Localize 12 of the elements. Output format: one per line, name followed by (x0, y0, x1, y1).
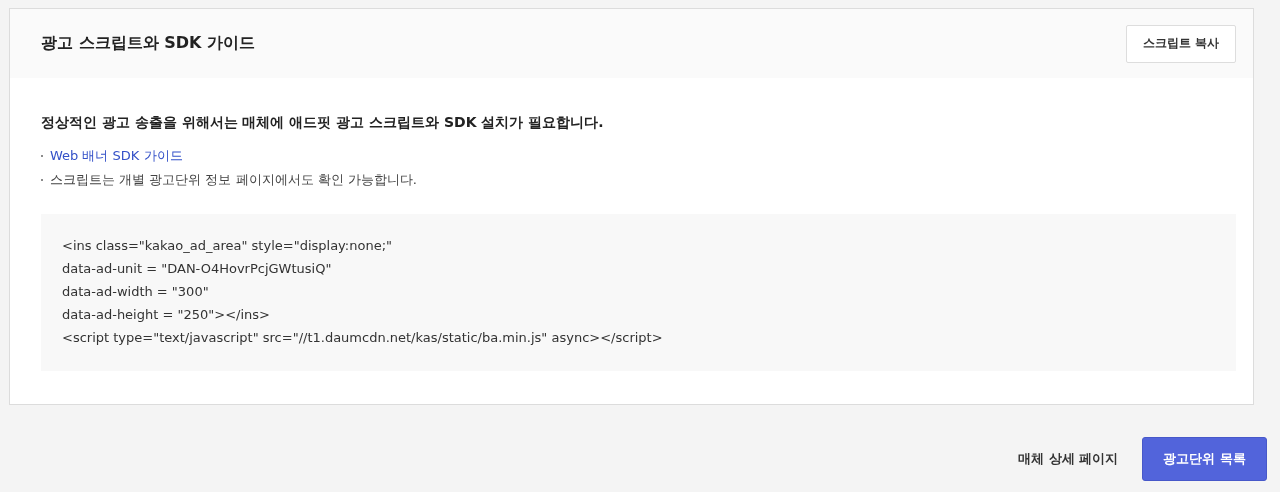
note-text: 스크립트는 개별 광고단위 정보 페이지에서도 확인 가능합니다. (50, 171, 417, 189)
copy-script-button[interactable]: 스크립트 복사 (1125, 24, 1236, 63)
code-line: data-ad-unit = "DAN-O4HovrPcjGWtusiQ" (62, 260, 333, 278)
code-line: <script type="text/javascript" src="//t1.daumcdn.net/kas/static/ba.min.js" async></script> (62, 329, 664, 347)
code-line: <ins class="kakao_ad_area" style="display:none;" (62, 237, 394, 255)
notice-text: 정상적인 광고 송출을 위해서는 매체에 애드핏 광고 스크립트와 SDK 설치가 필요합니다. (41, 114, 605, 132)
ad-unit-list-button[interactable]: 광고단위 목록 (1142, 437, 1267, 481)
media-detail-button[interactable]: 매체 상세 페이지 (1006, 437, 1131, 481)
code-line: data-ad-height = "250"></ins> (62, 306, 271, 324)
code-line: data-ad-width = "300" (62, 283, 210, 301)
guide-link[interactable]: Web 배너 SDK 가이드 (50, 144, 183, 168)
panel-title: 광고 스크립트와 SDK 가이드 (41, 33, 255, 54)
